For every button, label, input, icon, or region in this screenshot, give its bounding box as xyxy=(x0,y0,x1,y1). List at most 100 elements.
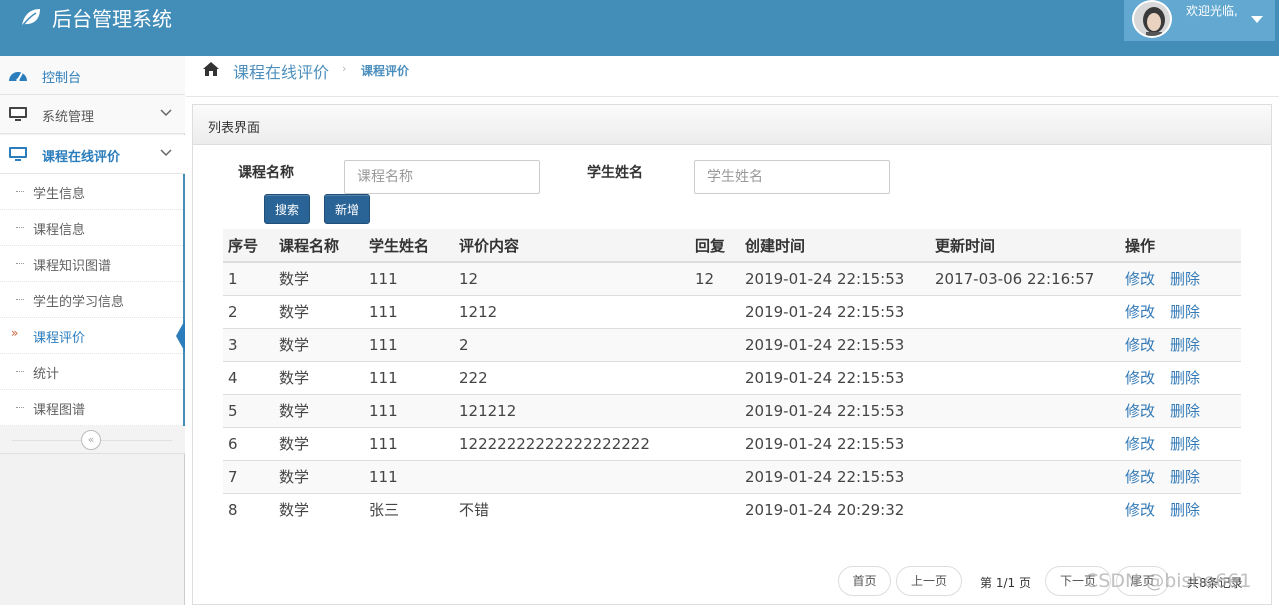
table-cell: 数学 xyxy=(274,360,364,394)
table-cell: 2019-01-24 22:15:53 xyxy=(740,426,930,460)
edit-link[interactable]: 修改 xyxy=(1125,369,1155,387)
column-header: 创建时间 xyxy=(740,229,930,263)
top-navbar: 后台管理系统 欢迎光临, xyxy=(0,0,1279,56)
edit-link[interactable]: 修改 xyxy=(1125,468,1155,486)
brand[interactable]: 后台管理系统 xyxy=(20,4,172,31)
table-row: 1 数学 111 12 12 2019-01-24 22:15:53 2017-03-06 … xyxy=(223,261,1241,295)
table-header-row: 序号 课程名称 学生姓名 评价内容 回复 创建时间 更新时间 操作 xyxy=(223,229,1241,263)
submenu-item-statistics[interactable]: 统计 xyxy=(0,354,183,390)
table-cell: 1 xyxy=(223,261,274,295)
submenu-item-course-info[interactable]: 课程信息 xyxy=(0,210,183,246)
sidebar: 控制台 系统管理 课程在线评价 学生信息 课程信息 课程知识图谱 学生的学习信息… xyxy=(0,56,185,605)
edit-link[interactable]: 修改 xyxy=(1125,435,1155,453)
student-name-label: 学生姓名 xyxy=(587,165,643,181)
table-cell: 2019-01-24 22:15:53 xyxy=(740,459,930,493)
edit-link[interactable]: 修改 xyxy=(1125,336,1155,354)
table-cell: 12 xyxy=(454,261,690,295)
table-cell xyxy=(690,459,740,493)
active-arrow xyxy=(176,320,185,352)
sidebar-item-dashboard[interactable]: 控制台 xyxy=(0,56,185,95)
table-cell: 111 xyxy=(364,294,454,328)
submenu-label: 课程评价 xyxy=(33,331,86,346)
delete-link[interactable]: 删除 xyxy=(1170,303,1200,321)
course-name-input[interactable] xyxy=(344,160,540,194)
table-cell: 6 xyxy=(223,426,274,460)
table-cell xyxy=(690,360,740,394)
table-cell: 2019-01-24 20:29:32 xyxy=(740,492,930,526)
course-name-label: 课程名称 xyxy=(238,165,294,181)
edit-link[interactable]: 修改 xyxy=(1125,270,1155,288)
delete-link[interactable]: 删除 xyxy=(1170,270,1200,288)
welcome-text: 欢迎光临, xyxy=(1186,4,1238,18)
table-cell xyxy=(930,294,1120,328)
submenu: 学生信息 课程信息 课程知识图谱 学生的学习信息 » 课程评价 统计 课程图谱 xyxy=(0,174,185,426)
chevron-down-icon xyxy=(160,109,172,117)
table-cell: 1212 xyxy=(454,294,690,328)
submenu-item-course-eval[interactable]: » 课程评价 xyxy=(0,318,183,354)
table-cell: 121212 xyxy=(454,393,690,427)
edit-link[interactable]: 修改 xyxy=(1125,303,1155,321)
delete-link[interactable]: 删除 xyxy=(1170,336,1200,354)
table-cell: 2019-01-24 22:15:53 xyxy=(740,294,930,328)
breadcrumb: 课程在线评价 › 课程评价 xyxy=(186,56,1279,97)
submenu-label: 课程知识图谱 xyxy=(33,259,112,274)
table-cell xyxy=(690,393,740,427)
actions-cell: 修改 删除 xyxy=(1120,393,1241,427)
actions-cell: 修改 删除 xyxy=(1120,426,1241,460)
student-name-input[interactable] xyxy=(694,160,890,194)
evaluation-table: 序号 课程名称 学生姓名 评价内容 回复 创建时间 更新时间 操作 1 数学 111 12 12 201… xyxy=(223,229,1241,526)
column-header: 更新时间 xyxy=(930,229,1120,263)
table-row: 7 数学 111 2019-01-24 22:15:53 修改 删除 xyxy=(223,459,1241,493)
edit-link[interactable]: 修改 xyxy=(1125,402,1155,420)
app-title: 后台管理系统 xyxy=(52,6,172,31)
table-cell: 111 xyxy=(364,327,454,361)
breadcrumb-link[interactable]: 课程在线评价 xyxy=(233,59,329,83)
table-cell: 数学 xyxy=(274,426,364,460)
table-cell: 8 xyxy=(223,492,274,526)
table-cell: 111 xyxy=(364,261,454,295)
submenu-item-knowledge-graph[interactable]: 课程知识图谱 xyxy=(0,246,183,282)
table-cell: 111 xyxy=(364,426,454,460)
edit-link[interactable]: 修改 xyxy=(1125,501,1155,519)
table-cell: 2017-03-06 22:16:57 xyxy=(930,261,1120,295)
collapse-icon[interactable]: « xyxy=(81,430,101,450)
delete-link[interactable]: 删除 xyxy=(1170,402,1200,420)
submenu-item-student-info[interactable]: 学生信息 xyxy=(0,174,183,210)
first-page-button[interactable]: 首页 xyxy=(838,566,891,596)
sidebar-item-course-eval[interactable]: 课程在线评价 xyxy=(0,135,185,174)
table-cell: 111 xyxy=(364,393,454,427)
table-cell xyxy=(930,360,1120,394)
column-header: 评价内容 xyxy=(454,229,690,263)
table-cell: 数学 xyxy=(274,294,364,328)
table-cell: 5 xyxy=(223,393,274,427)
table-cell xyxy=(930,426,1120,460)
table-cell xyxy=(690,294,740,328)
table-cell: 2019-01-24 22:15:53 xyxy=(740,327,930,361)
sidebar-item-system[interactable]: 系统管理 xyxy=(0,95,185,134)
delete-link[interactable]: 删除 xyxy=(1170,369,1200,387)
delete-link[interactable]: 删除 xyxy=(1170,501,1200,519)
submenu-label: 学生信息 xyxy=(33,187,86,202)
delete-link[interactable]: 删除 xyxy=(1170,468,1200,486)
add-button[interactable]: 新增 xyxy=(324,194,370,224)
user-menu[interactable]: 欢迎光临, xyxy=(1124,0,1275,41)
prev-page-button[interactable]: 上一页 xyxy=(896,566,962,596)
table-cell: 数学 xyxy=(274,261,364,295)
submenu-label: 课程图谱 xyxy=(33,403,86,418)
page-info: 第 1/1 页 xyxy=(980,576,1031,590)
table-cell xyxy=(690,327,740,361)
sidebar-item-label: 课程在线评价 xyxy=(42,150,121,165)
table-row: 6 数学 111 12222222222222222222 2019-01-24 22:… xyxy=(223,426,1241,460)
panel-title: 列表界面 xyxy=(208,121,261,136)
submenu-item-learning-info[interactable]: 学生的学习信息 xyxy=(0,282,183,318)
caret-down-icon[interactable] xyxy=(1251,16,1263,23)
search-button[interactable]: 搜索 xyxy=(264,194,310,224)
submenu-item-course-graph[interactable]: 课程图谱 xyxy=(0,390,183,426)
table-cell xyxy=(690,492,740,526)
table-cell: 2019-01-24 22:15:53 xyxy=(740,393,930,427)
table-cell xyxy=(930,393,1120,427)
delete-link[interactable]: 删除 xyxy=(1170,435,1200,453)
table-cell: 111 xyxy=(364,459,454,493)
home-icon[interactable] xyxy=(202,61,220,77)
table-cell: 2 xyxy=(223,294,274,328)
